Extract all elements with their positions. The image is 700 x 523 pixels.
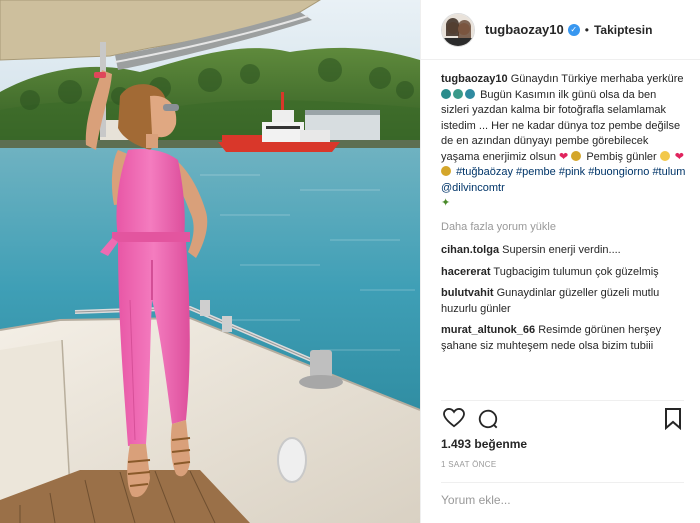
globe-emoji-icon xyxy=(441,88,451,99)
comment-item: cihan.tolga Supersin enerji verdin.... xyxy=(441,243,686,259)
person-emoji-icon xyxy=(441,166,451,176)
header-separator: • xyxy=(584,22,589,37)
comment-text: Supersin enerji verdin.... xyxy=(502,244,621,256)
sparkle-emoji-icon: ✦ xyxy=(441,197,451,209)
likes-count[interactable]: 1.493 beğenme xyxy=(441,437,527,451)
instagram-post-view: tugbaozay10 ✓ • Takiptesin tugbaozay10 G… xyxy=(0,0,700,523)
heart-icon[interactable] xyxy=(443,407,465,433)
avatar[interactable] xyxy=(441,12,475,47)
comment-username[interactable]: hacererat xyxy=(441,266,491,278)
comment-text: Tugbacigim tulumun çok güzelmiş xyxy=(493,265,659,278)
post-author-username[interactable]: tugbaozay10 xyxy=(485,22,564,37)
comment-item: murat_altunok_66 Resimde görünen herşey … xyxy=(441,323,686,353)
post-details-panel: tugbaozay10 ✓ • Takiptesin tugbaozay10 G… xyxy=(420,0,700,523)
caption-username[interactable]: tugbaozay10 xyxy=(441,73,508,85)
bookmark-icon[interactable] xyxy=(664,408,682,435)
hashtag-link[interactable]: #tulum xyxy=(652,166,685,178)
mention-link[interactable]: @dilvincomtr xyxy=(441,182,505,194)
post-caption: tugbaozay10 Günaydın Türkiye merhaba yer… xyxy=(441,72,686,212)
verified-badge-icon: ✓ xyxy=(567,23,580,36)
follow-status-button[interactable]: Takiptesin xyxy=(594,23,652,37)
heart-emoji-icon: ❤ xyxy=(674,150,685,163)
caption-text: Bugün Kasımın ilk günü xyxy=(480,88,597,101)
comment-username[interactable]: murat_altunok_66 xyxy=(441,324,535,336)
action-bar xyxy=(441,400,684,433)
caption-text: azından dünyayı pembe görebilecek xyxy=(471,135,649,147)
post-photo[interactable] xyxy=(0,0,420,523)
comments-section: tugbaozay10 Günaydın Türkiye merhaba yer… xyxy=(441,72,686,359)
comment-username[interactable]: bulutvahit xyxy=(441,287,494,299)
smile-emoji-icon xyxy=(659,150,670,161)
globe-emoji-icon xyxy=(453,88,463,99)
heart-emoji-icon: ❤ xyxy=(559,150,569,163)
caption-text: yaşama enerjimiz olsun xyxy=(441,150,556,163)
hashtag-link[interactable]: #tuğbaözay xyxy=(456,166,513,178)
comment-input-placeholder[interactable]: Yorum ekle... xyxy=(441,493,511,507)
globe-emoji-icon xyxy=(465,88,475,99)
post-header: tugbaozay10 ✓ • Takiptesin xyxy=(421,0,700,60)
caption-text: Pembiş xyxy=(586,150,624,163)
hashtag-link[interactable]: #pembe xyxy=(516,166,556,178)
caption-text: Günaydın Türkiye merhaba xyxy=(510,73,644,85)
hashtag-link[interactable]: #buongiorno xyxy=(588,166,649,178)
comment-icon[interactable] xyxy=(477,408,499,435)
post-timestamp: 1 SAAT ÖNCE xyxy=(441,460,497,469)
caption-text: yerküre xyxy=(646,73,684,85)
add-comment-area[interactable]: Yorum ekle... xyxy=(441,482,684,523)
person-emoji-icon xyxy=(571,150,582,161)
comment-username[interactable]: cihan.tolga xyxy=(441,244,499,256)
comment-item: bulutvahit Gunaydinlar güzeller güzeli m… xyxy=(441,286,686,317)
comment-item: hacererat Tugbacigim tulumun çok güzelmi… xyxy=(441,265,686,281)
load-more-comments-link[interactable]: Daha fazla yorum yükle xyxy=(441,220,686,236)
hashtag-link[interactable]: #pink xyxy=(559,166,585,178)
caption-text: günler xyxy=(626,150,657,163)
